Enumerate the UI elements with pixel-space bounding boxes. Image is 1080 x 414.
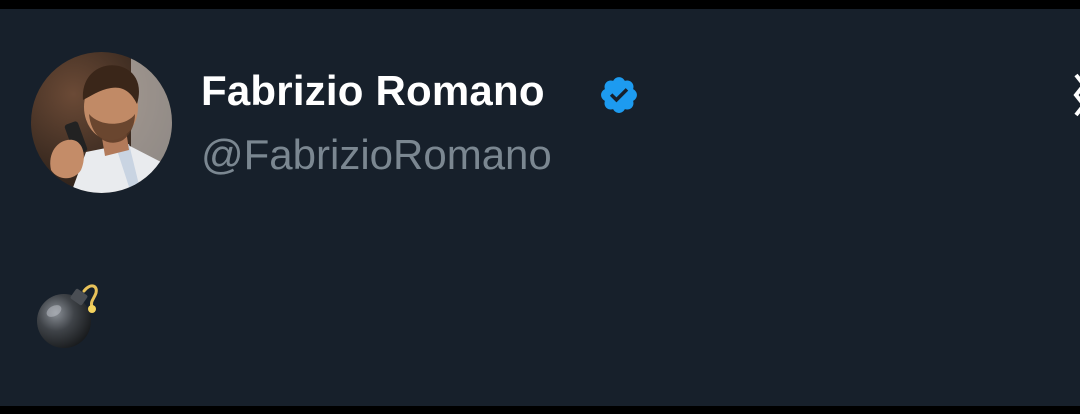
avatar[interactable]: [31, 52, 172, 193]
author-display-name[interactable]: Fabrizio Romano: [201, 67, 545, 115]
author-handle[interactable]: @FabrizioRomano: [201, 131, 552, 179]
avatar-image: [31, 52, 172, 193]
tweet-card: Fabrizio Romano @FabrizioRomano: [0, 9, 1080, 406]
bomb-emoji: [37, 284, 98, 348]
verified-badge-icon: [601, 77, 637, 113]
x-logo-icon[interactable]: [1068, 71, 1080, 121]
